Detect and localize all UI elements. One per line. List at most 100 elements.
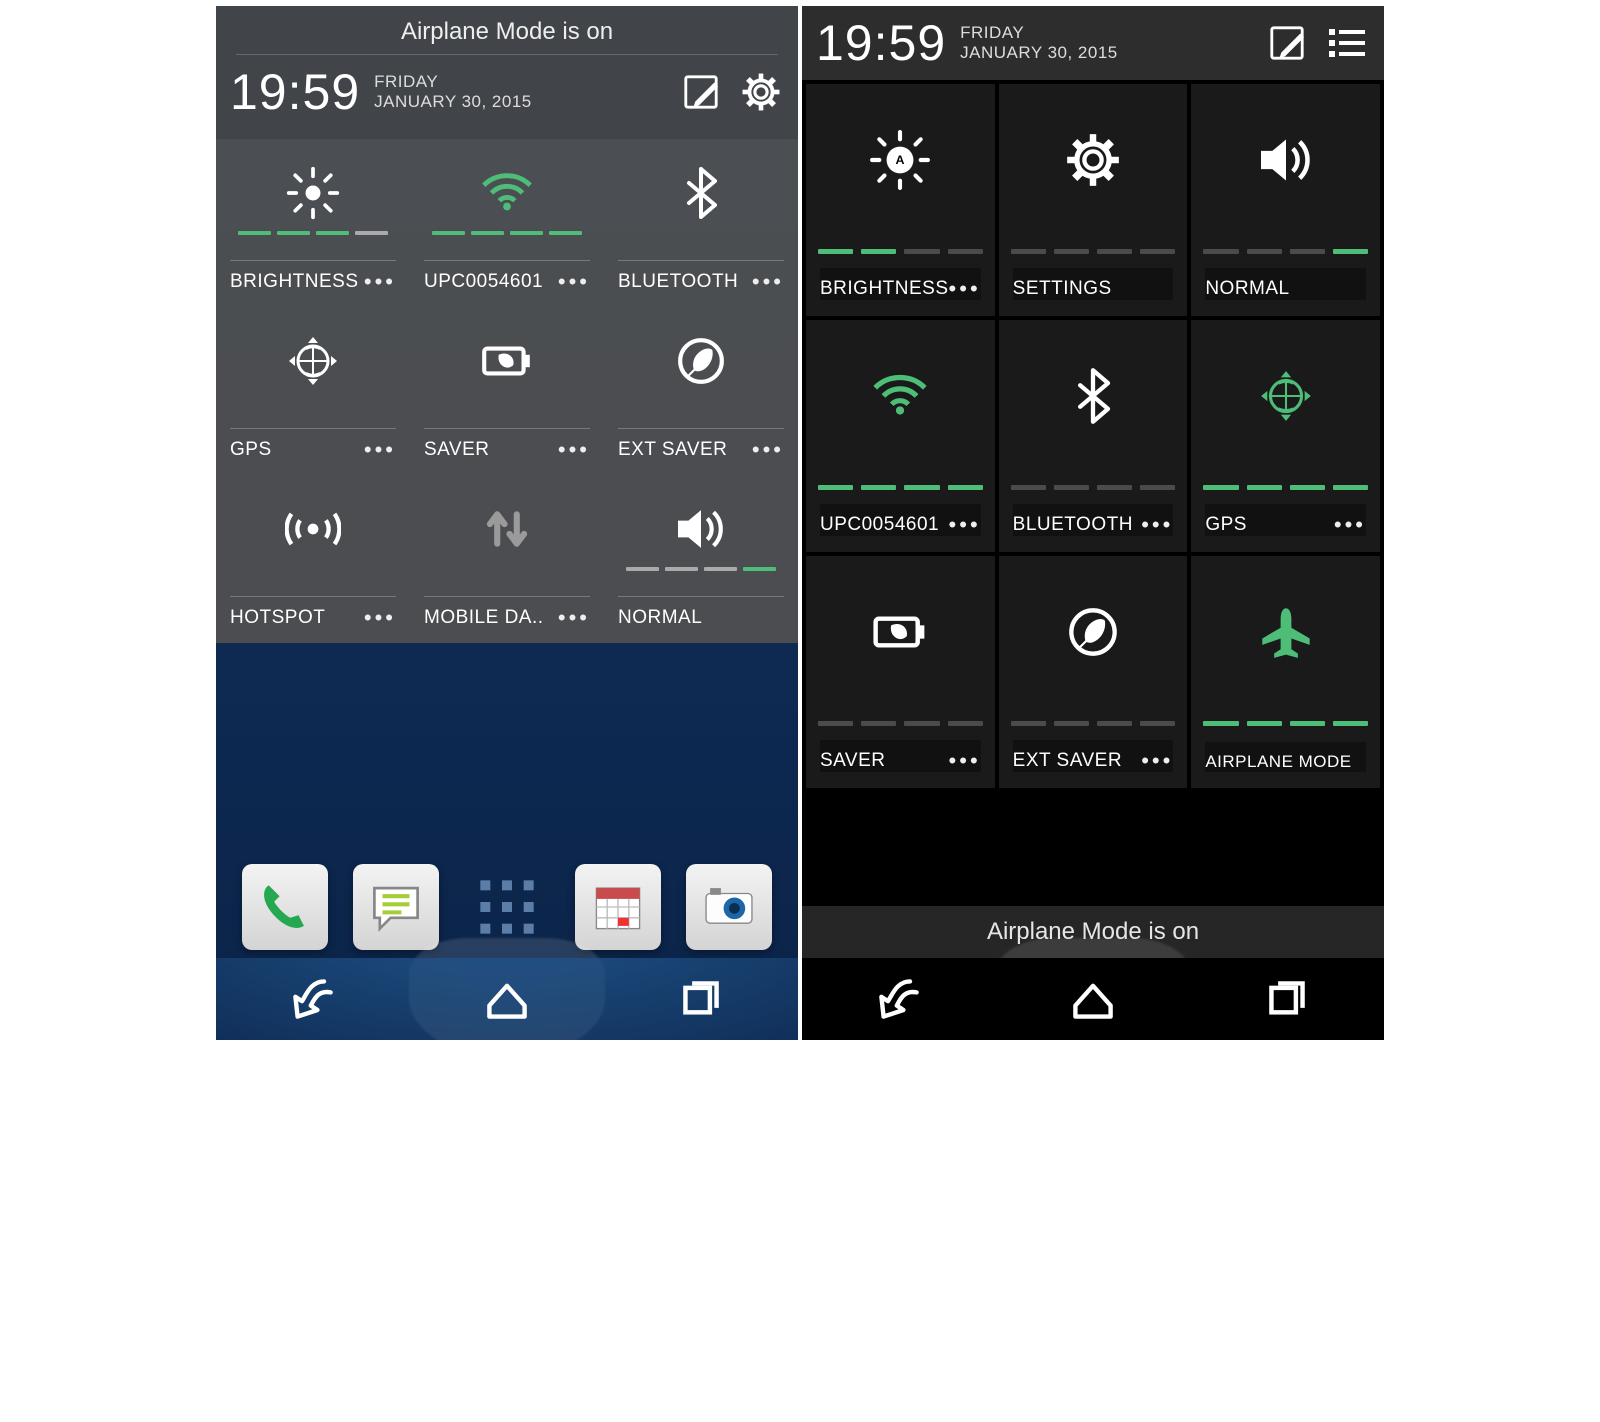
brightness-slider[interactable] — [238, 231, 388, 235]
leaf-circle-icon — [676, 325, 726, 397]
tile-wifi[interactable]: UPC0054601 ••• — [410, 139, 604, 307]
tile-label: NORMAL — [1205, 278, 1289, 300]
more-icon[interactable]: ••• — [949, 514, 981, 536]
more-icon[interactable]: ••• — [364, 607, 396, 629]
back-button[interactable] — [285, 971, 341, 1027]
nav-bar — [216, 958, 798, 1040]
more-icon[interactable]: ••• — [752, 439, 784, 461]
gps-slider[interactable] — [1191, 485, 1380, 490]
edit-tiles-button[interactable] — [1264, 20, 1310, 66]
tile-label: MOBILE DA.. — [424, 607, 544, 629]
volume-icon — [1256, 112, 1316, 208]
quick-settings-grid: BRIGHTNESS••• SETTINGS NORMAL UPC0054601… — [802, 80, 1384, 792]
tile-wifi[interactable]: UPC0054601 ••• — [806, 320, 995, 552]
slider — [999, 485, 1188, 490]
tile-hotspot[interactable]: HOTSPOT••• — [216, 475, 410, 643]
tile-airplane[interactable]: AIRPLANE MODE — [1191, 556, 1380, 788]
more-icon[interactable]: ••• — [364, 271, 396, 293]
more-icon[interactable]: ••• — [558, 607, 590, 629]
edit-tiles-button[interactable] — [678, 69, 724, 115]
tile-mobile-data[interactable]: MOBILE DA.. ••• — [410, 475, 604, 643]
date-label: JANUARY 30, 2015 — [374, 92, 532, 112]
list-view-button[interactable] — [1324, 20, 1370, 66]
more-icon[interactable]: ••• — [1141, 750, 1173, 772]
tile-ext-saver[interactable]: EXT SAVER ••• — [604, 307, 798, 475]
gps-icon — [1257, 348, 1315, 444]
tile-label: GPS — [230, 439, 272, 461]
tile-gps[interactable]: GPS ••• — [1191, 320, 1380, 552]
volume-slider[interactable] — [1191, 249, 1380, 254]
wifi-icon — [869, 348, 931, 444]
quick-settings-grid: BRIGHTNESS••• UPC0054601••• BLUETOOTH•••… — [216, 139, 798, 643]
settings-button[interactable] — [738, 69, 784, 115]
slider — [999, 721, 1188, 726]
tile-label: NORMAL — [618, 607, 702, 629]
more-icon[interactable]: ••• — [558, 271, 590, 293]
tile-label: GPS — [1205, 514, 1247, 536]
volume-icon — [673, 493, 729, 565]
more-icon[interactable]: ••• — [364, 439, 396, 461]
airplane-banner: Airplane Mode is on — [216, 14, 798, 54]
tile-label: EXT SAVER — [618, 439, 727, 461]
back-button[interactable] — [871, 971, 927, 1027]
messages-app[interactable] — [353, 864, 439, 950]
date-label: JANUARY 30, 2015 — [960, 43, 1118, 63]
calendar-app[interactable] — [575, 864, 661, 950]
airplane-slider[interactable] — [1191, 721, 1380, 726]
tile-label: BLUETOOTH — [1013, 514, 1133, 536]
slider — [999, 249, 1188, 254]
recent-apps-button[interactable] — [673, 971, 729, 1027]
gear-icon — [1065, 112, 1121, 208]
wifi-slider[interactable] — [432, 231, 582, 235]
nav-bar — [802, 958, 1384, 1040]
tile-bluetooth[interactable]: BLUETOOTH ••• — [604, 139, 798, 307]
slider — [806, 721, 995, 726]
date-block[interactable]: FRIDAY JANUARY 30, 2015 — [960, 23, 1118, 64]
phone-app[interactable] — [242, 864, 328, 950]
tile-label: UPC0054601 — [424, 271, 543, 293]
tile-label: EXT SAVER — [1013, 750, 1122, 772]
clock[interactable]: 19:59 — [230, 63, 360, 121]
quick-settings-header: Airplane Mode is on 19:59 FRIDAY JANUARY… — [216, 6, 798, 139]
tile-saver[interactable]: SAVER ••• — [410, 307, 604, 475]
more-icon[interactable]: ••• — [752, 271, 784, 293]
home-button[interactable] — [1065, 971, 1121, 1027]
tile-label: SAVER — [424, 439, 490, 461]
screenshot-left: Airplane Mode is on 19:59 FRIDAY JANUARY… — [216, 6, 798, 1040]
tile-label: SETTINGS — [1013, 278, 1112, 300]
tile-bluetooth[interactable]: BLUETOOTH ••• — [999, 320, 1188, 552]
tile-label: BRIGHTNESS — [230, 271, 359, 293]
wifi-icon — [478, 157, 536, 229]
camera-app[interactable] — [686, 864, 772, 950]
screenshot-right: 19:59 FRIDAY JANUARY 30, 2015 BRIGHTNESS… — [802, 6, 1384, 1040]
more-icon[interactable]: ••• — [558, 439, 590, 461]
quick-settings-header: 19:59 FRIDAY JANUARY 30, 2015 — [802, 6, 1384, 80]
bluetooth-icon — [1068, 348, 1118, 444]
tile-brightness[interactable]: BRIGHTNESS••• — [216, 139, 410, 307]
tile-normal[interactable]: NORMAL — [604, 475, 798, 643]
tile-label: AIRPLANE MODE — [1205, 752, 1351, 772]
clock[interactable]: 19:59 — [816, 14, 946, 72]
tile-settings[interactable]: SETTINGS — [999, 84, 1188, 316]
more-icon[interactable]: ••• — [949, 750, 981, 772]
mobile-data-icon — [485, 493, 529, 565]
more-icon[interactable]: ••• — [949, 278, 981, 300]
volume-slider[interactable] — [626, 567, 776, 571]
home-button[interactable] — [479, 971, 535, 1027]
battery-saver-icon — [869, 584, 931, 680]
tile-brightness[interactable]: BRIGHTNESS••• — [806, 84, 995, 316]
brightness-slider[interactable] — [806, 249, 995, 254]
tile-label: UPC0054601 — [820, 514, 939, 536]
tile-gps[interactable]: GPS ••• — [216, 307, 410, 475]
more-icon[interactable]: ••• — [1334, 514, 1366, 536]
tile-label: BLUETOOTH — [618, 271, 738, 293]
tile-ext-saver[interactable]: EXT SAVER ••• — [999, 556, 1188, 788]
wifi-slider[interactable] — [806, 485, 995, 490]
recent-apps-button[interactable] — [1259, 971, 1315, 1027]
leaf-circle-icon — [1067, 584, 1119, 680]
tile-label: BRIGHTNESS — [820, 278, 949, 300]
tile-saver[interactable]: SAVER••• — [806, 556, 995, 788]
tile-normal[interactable]: NORMAL — [1191, 84, 1380, 316]
more-icon[interactable]: ••• — [1141, 514, 1173, 536]
date-block[interactable]: FRIDAY JANUARY 30, 2015 — [374, 72, 532, 113]
